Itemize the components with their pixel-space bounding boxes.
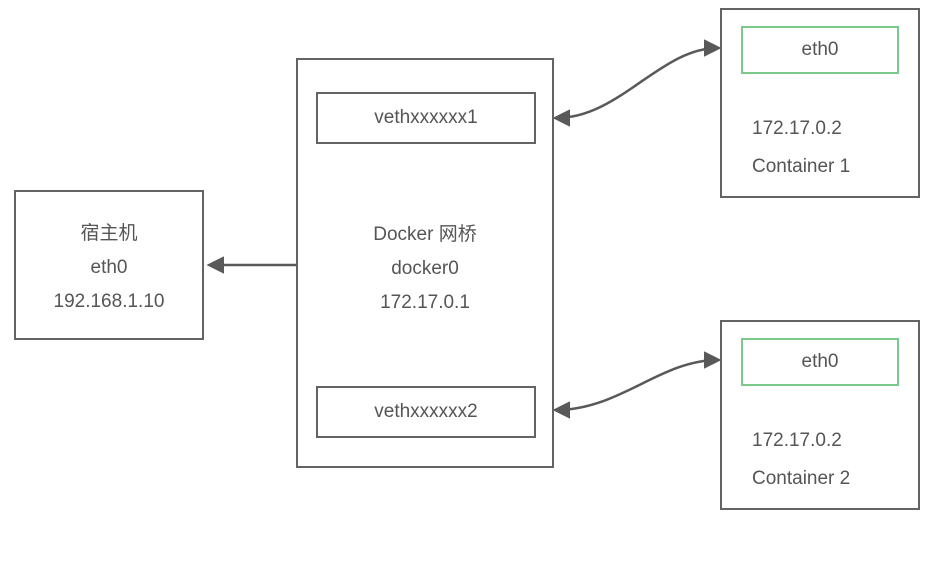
host-iface: eth0	[91, 257, 128, 279]
host-ip: 192.168.1.10	[54, 291, 165, 313]
container1-label: Container 1	[752, 156, 850, 178]
veth2-box: vethxxxxxx2	[316, 386, 536, 438]
bridge-title: Docker 网桥	[373, 219, 476, 246]
arrow-veth2-container2	[556, 360, 718, 410]
container2-eth-box: eth0	[741, 338, 899, 386]
container1-eth-box: eth0	[741, 26, 899, 74]
veth1-label: vethxxxxxx1	[374, 107, 477, 129]
veth1-box: vethxxxxxx1	[316, 92, 536, 144]
container2-ip: 172.17.0.2	[752, 430, 842, 452]
container2-iface: eth0	[802, 351, 839, 373]
bridge-name: docker0	[391, 258, 459, 280]
container2-label: Container 2	[752, 468, 850, 490]
host-title: 宿主机	[80, 218, 137, 245]
bridge-box: vethxxxxxx1 Docker 网桥 docker0 172.17.0.1…	[296, 58, 554, 468]
bridge-ip: 172.17.0.1	[380, 292, 470, 314]
container1-iface: eth0	[802, 39, 839, 61]
container1-ip: 172.17.0.2	[752, 118, 842, 140]
veth2-label: vethxxxxxx2	[374, 401, 477, 423]
arrow-veth1-container1	[556, 48, 718, 118]
host-box: 宿主机 eth0 192.168.1.10	[14, 190, 204, 340]
